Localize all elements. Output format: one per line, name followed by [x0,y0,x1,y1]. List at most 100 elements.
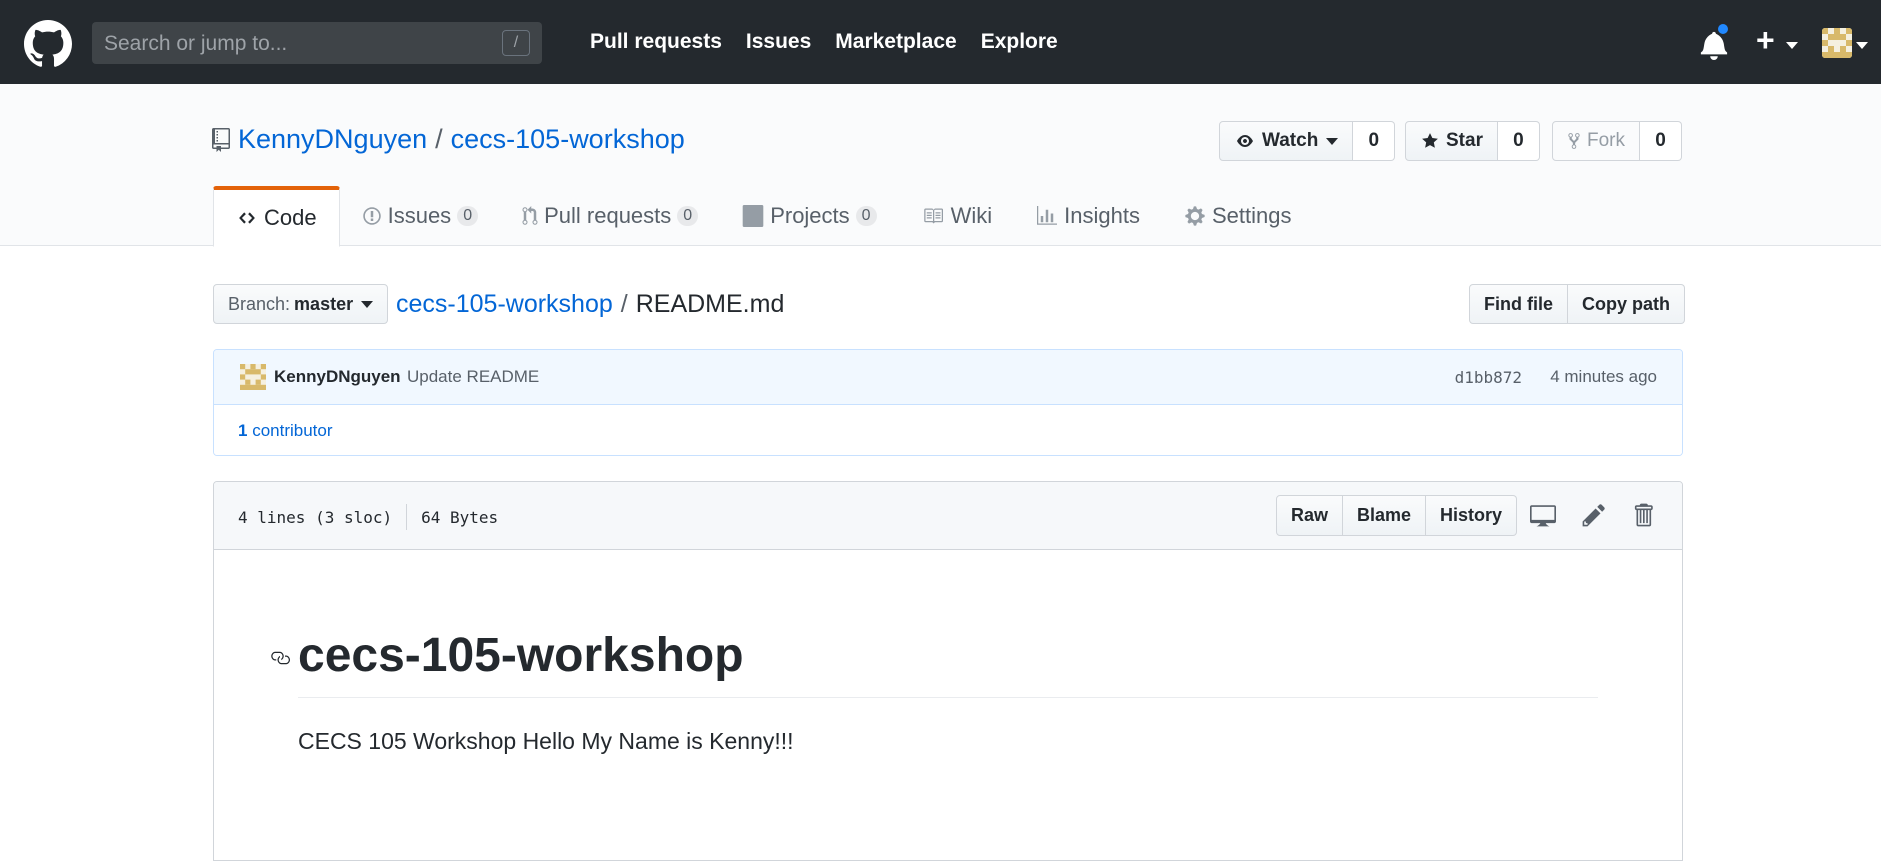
branch-caret-icon [361,300,374,308]
tab-issues[interactable]: Issues 0 [340,186,501,246]
history-button[interactable]: History [1426,495,1518,536]
file-info: 4 lines (3 sloc) 64 Bytes [238,504,498,530]
trashcan-icon[interactable] [1631,502,1655,528]
repo-book-icon [212,127,230,152]
issue-opened-icon [362,207,381,225]
tab-pull-requests[interactable]: Pull requests 0 [500,186,720,246]
user-menu-caret-icon [1856,42,1868,49]
file-icon-actions [1529,502,1655,528]
file-nav-actions: Find file Copy path [1469,284,1685,324]
watch-count[interactable]: 0 [1353,121,1396,161]
star-count[interactable]: 0 [1497,121,1540,161]
tab-settings-label: Settings [1211,203,1292,228]
search-placeholder: Search or jump to... [104,32,288,55]
repo-owner-link[interactable]: KennyDNguyen [238,124,427,155]
tab-wiki[interactable]: Wiki [899,186,1015,246]
commit-author-avatar[interactable] [240,364,266,390]
tab-issues-label: Issues [387,203,452,228]
readme-content: cecs-105-workshop CECS 105 Workshop Hell… [271,628,1598,755]
repo-name-link[interactable]: cecs-105-workshop [451,124,685,155]
repo-title: KennyDNguyen / cecs-105-workshop [212,124,685,155]
nav-issues[interactable]: Issues [746,30,811,54]
fork-group: Fork 0 [1552,121,1682,161]
repo-nav-tabs: Code Issues 0 Pull requests 0 Projects 0… [213,186,1314,247]
gear-icon [1185,206,1205,226]
find-file-button[interactable]: Find file [1469,284,1568,324]
contributors-row: 1 contributor [214,405,1682,455]
file-actions: Raw Blame History [1276,495,1518,536]
breadcrumb-repo-link[interactable]: cecs-105-workshop [396,290,613,318]
commit-time: 4 minutes ago [1550,367,1657,386]
tab-projects-label: Projects [770,203,850,228]
nav-explore[interactable]: Explore [981,30,1058,54]
star-label: Star [1446,130,1483,151]
star-icon [1422,133,1438,148]
file-info-divider [406,504,408,530]
star-button[interactable]: Star [1405,121,1498,161]
copy-path-button[interactable]: Copy path [1568,284,1685,324]
code-icon [239,212,255,224]
search-input[interactable]: Search or jump to... / [92,22,542,64]
file-viewer: 4 lines (3 sloc) 64 Bytes Raw Blame Hist… [213,481,1683,861]
blame-button[interactable]: Blame [1343,495,1427,536]
book-icon [923,208,943,224]
repo-header: KennyDNguyen / cecs-105-workshop Watch 0… [0,84,1881,247]
top-nav: Pull requests Issues Marketplace Explore [590,30,1058,54]
tab-pull-requests-counter: 0 [677,206,699,226]
readme-paragraph: CECS 105 Workshop Hello My Name is Kenny… [298,728,794,754]
tab-insights[interactable]: Insights [1014,186,1162,246]
tab-projects[interactable]: Projects 0 [720,186,898,246]
user-avatar[interactable] [1822,28,1852,58]
watch-caret-icon [1326,137,1339,145]
link-anchor-icon[interactable] [268,648,292,668]
branch-select-button[interactable]: Branch: master [213,284,389,324]
identicon-icon [1822,28,1852,58]
breadcrumb: cecs-105-workshop / README.md [396,290,784,319]
contributors-count: 1 [238,421,248,440]
raw-button[interactable]: Raw [1276,495,1344,536]
watch-group: Watch 0 [1219,121,1396,161]
branch-value: master [294,293,354,314]
github-logo-icon[interactable] [24,20,72,68]
create-new-icon[interactable]: + [1756,22,1775,59]
readme-heading-text: cecs-105-workshop [298,629,744,682]
readme-heading: cecs-105-workshop [271,628,1598,698]
file-line-count: 4 lines (3 sloc) [238,507,393,527]
tab-issues-counter: 0 [457,206,479,226]
global-header: Search or jump to... / Pull requests Iss… [0,0,1881,84]
breadcrumb-separator: / [620,290,628,318]
nav-marketplace[interactable]: Marketplace [835,30,956,54]
tab-code-label: Code [264,205,317,230]
commit-author-link[interactable]: KennyDNguyen [274,367,401,387]
fork-icon [1568,133,1580,149]
file-header: 4 lines (3 sloc) 64 Bytes Raw Blame Hist… [214,482,1682,550]
contributors-link[interactable]: 1 contributor [238,421,333,441]
notification-dot [1716,22,1730,36]
latest-commit-row: KennyDNguyen Update README d1bb872 4 min… [214,350,1682,405]
fork-count[interactable]: 0 [1640,121,1682,161]
tab-code[interactable]: Code [213,186,340,247]
breadcrumb-file: README.md [635,290,785,318]
commit-message-link[interactable]: Update README [407,367,539,387]
tab-projects-counter: 0 [855,206,877,226]
pencil-icon[interactable] [1581,502,1607,528]
star-group: Star 0 [1405,121,1540,161]
commit-sha-link[interactable]: d1bb872 [1455,368,1522,387]
watch-label: Watch [1262,130,1319,151]
commit-tease: KennyDNguyen Update README d1bb872 4 min… [213,349,1683,456]
watch-button[interactable]: Watch [1219,121,1354,161]
git-pull-request-icon [522,206,538,225]
fork-label: Fork [1587,130,1625,151]
file-size: 64 Bytes [421,507,499,527]
project-icon [742,205,764,227]
fork-button[interactable]: Fork [1552,121,1640,161]
tab-settings[interactable]: Settings [1162,186,1314,246]
repo-title-separator: / [435,124,443,154]
create-new-caret-icon [1786,42,1798,49]
desktop-icon[interactable] [1529,502,1557,528]
eye-icon [1237,135,1253,147]
nav-pull-requests[interactable]: Pull requests [590,30,722,54]
tab-pull-requests-label: Pull requests [544,203,672,228]
tab-insights-label: Insights [1064,203,1140,228]
branch-label: Branch: [228,293,291,314]
